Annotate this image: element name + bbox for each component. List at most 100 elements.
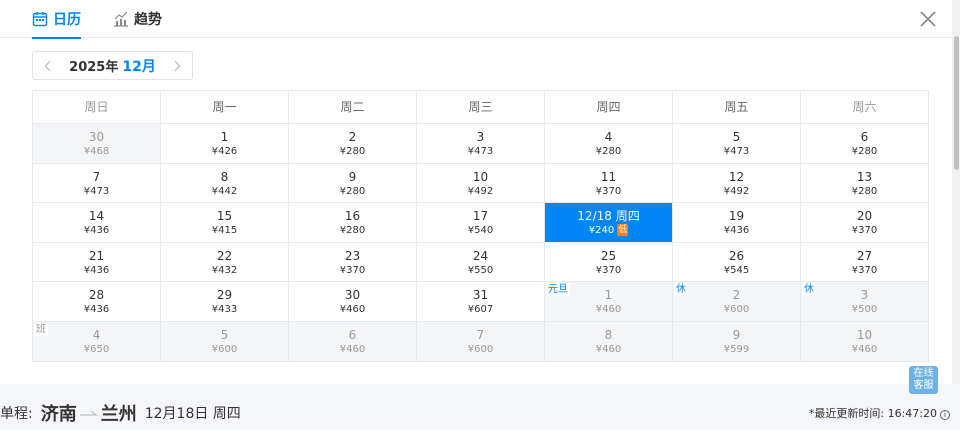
- day-price-wrap: ¥436: [33, 303, 160, 316]
- calendar-day[interactable]: 29 ¥433: [161, 282, 289, 322]
- next-month-button[interactable]: [162, 52, 192, 79]
- day-price: ¥473: [467, 146, 494, 157]
- trend-chart-icon: [114, 11, 128, 27]
- day-number: 4: [92, 327, 101, 342]
- calendar-day[interactable]: 5 ¥600: [161, 321, 289, 362]
- calendar-day[interactable]: 5 ¥473: [673, 124, 801, 164]
- day-number: 9: [732, 327, 741, 342]
- day-number: 15: [216, 209, 233, 224]
- calendar-day[interactable]: 2 ¥280: [289, 124, 417, 164]
- calendar-day[interactable]: 班 4 ¥650: [33, 321, 161, 362]
- calendar-day[interactable]: 3 ¥473: [417, 124, 545, 164]
- calendar-day[interactable]: 9 ¥599: [673, 321, 801, 362]
- info-icon[interactable]: i: [940, 410, 950, 420]
- day-number: 8: [604, 327, 613, 342]
- calendar-day[interactable]: 11 ¥370: [545, 163, 673, 204]
- calendar-day[interactable]: 19 ¥436: [673, 203, 801, 243]
- calendar-day[interactable]: 28 ¥436: [33, 282, 161, 322]
- calendar-day[interactable]: 元旦 1 ¥460: [545, 282, 673, 322]
- service-label-line2: 客服: [913, 380, 934, 391]
- calendar-day[interactable]: 27 ¥370: [801, 242, 929, 283]
- origin-city: 济南: [40, 404, 77, 425]
- day-number: 3: [860, 288, 869, 303]
- day-price: ¥442: [211, 185, 238, 197]
- calendar-day[interactable]: 8 ¥460: [545, 321, 673, 362]
- calendar-day[interactable]: 13 ¥280: [801, 163, 929, 204]
- day-price-wrap: ¥473: [673, 145, 800, 158]
- day-price: ¥370: [851, 225, 878, 237]
- day-number: 21: [88, 248, 105, 263]
- holiday-badge: 休: [802, 283, 816, 297]
- tab-calendar-label: 日历: [53, 12, 81, 28]
- day-number: 7: [476, 327, 485, 342]
- destination-city: 兰州: [100, 404, 137, 425]
- day-number: 5: [220, 327, 229, 342]
- day-price-wrap: ¥280: [289, 224, 416, 237]
- calendar-day-selected[interactable]: 12/18 周四 ¥240 低: [545, 203, 673, 243]
- weekday-label: 周四: [545, 91, 673, 124]
- tab-calendar[interactable]: 日历: [32, 0, 81, 39]
- calendar-day[interactable]: 24 ¥550: [417, 242, 545, 283]
- day-price-wrap: ¥436: [673, 224, 800, 237]
- calendar-day[interactable]: 7 ¥600: [417, 321, 545, 362]
- day-price-wrap: ¥492: [417, 185, 544, 198]
- day-price-wrap: ¥370: [289, 264, 416, 277]
- calendar-day[interactable]: 23 ¥370: [289, 242, 417, 283]
- day-price: ¥436: [723, 225, 750, 237]
- calendar-day[interactable]: 1 ¥426: [161, 124, 289, 164]
- calendar-day[interactable]: 26 ¥545: [673, 242, 801, 283]
- calendar-days: 30 ¥468 1 ¥426 2 ¥280 3 ¥473 4 ¥280 5 ¥473 6 ¥280 7 ¥47…: [33, 124, 929, 362]
- day-price-wrap: ¥436: [33, 264, 160, 277]
- calendar-day[interactable]: 7 ¥473: [33, 163, 161, 204]
- calendar-day[interactable]: 6 ¥280: [801, 124, 929, 164]
- calendar-day[interactable]: 15 ¥415: [161, 203, 289, 243]
- calendar-day[interactable]: 25 ¥370: [545, 242, 673, 283]
- calendar-day[interactable]: 30 ¥468: [33, 124, 161, 164]
- calendar-day[interactable]: 10 ¥460: [801, 321, 929, 362]
- day-price: ¥500: [851, 304, 878, 316]
- day-price: ¥460: [851, 343, 878, 355]
- day-price: ¥370: [851, 264, 878, 276]
- calendar-day[interactable]: 6 ¥460: [289, 321, 417, 362]
- day-price-wrap: ¥280: [801, 185, 928, 198]
- calendar-day[interactable]: 8 ¥442: [161, 163, 289, 204]
- day-price: ¥280: [851, 146, 878, 157]
- calendar-day[interactable]: 22 ¥432: [161, 242, 289, 283]
- calendar-icon: [32, 12, 48, 27]
- day-number: 19: [728, 209, 745, 224]
- trip-type-label: 单程:: [0, 406, 33, 422]
- day-price: ¥473: [723, 146, 750, 157]
- calendar-day[interactable]: 16 ¥280: [289, 203, 417, 243]
- day-number: 30: [344, 288, 361, 303]
- scrollbar-thumb[interactable]: [954, 36, 959, 170]
- calendar-day[interactable]: 12 ¥492: [673, 163, 801, 204]
- day-price-wrap: ¥280: [289, 145, 416, 158]
- calendar-day[interactable]: 9 ¥280: [289, 163, 417, 204]
- day-number: 17: [472, 209, 489, 224]
- day-price-wrap: ¥545: [673, 264, 800, 277]
- day-price: ¥492: [467, 185, 494, 197]
- calendar-day[interactable]: 17 ¥540: [417, 203, 545, 243]
- calendar-day[interactable]: 30 ¥460: [289, 282, 417, 322]
- day-price: ¥545: [723, 264, 750, 276]
- calendar-day[interactable]: 14 ¥436: [33, 203, 161, 243]
- prev-month-button[interactable]: [33, 52, 63, 79]
- day-price-wrap: ¥442: [161, 185, 288, 198]
- calendar-day[interactable]: 休 2 ¥600: [673, 282, 801, 322]
- online-service-button[interactable]: 在线 客服: [909, 366, 938, 394]
- day-number: 23: [344, 248, 361, 263]
- day-price: ¥432: [211, 264, 238, 276]
- weekday-label: 周日: [33, 91, 161, 124]
- calendar-day[interactable]: 31 ¥607: [417, 282, 545, 322]
- tab-trend[interactable]: 趋势: [113, 0, 162, 38]
- calendar-day[interactable]: 10 ¥492: [417, 163, 545, 204]
- day-price: ¥426: [211, 146, 238, 157]
- calendar-day[interactable]: 4 ¥280: [545, 124, 673, 164]
- day-price-wrap: ¥460: [545, 343, 672, 356]
- close-icon[interactable]: [916, 7, 940, 31]
- day-price-wrap: ¥550: [417, 264, 544, 277]
- calendar-day[interactable]: 休 3 ¥500: [801, 282, 929, 322]
- chevron-left-icon: [44, 60, 51, 71]
- calendar-day[interactable]: 20 ¥370: [801, 203, 929, 243]
- calendar-day[interactable]: 21 ¥436: [33, 242, 161, 283]
